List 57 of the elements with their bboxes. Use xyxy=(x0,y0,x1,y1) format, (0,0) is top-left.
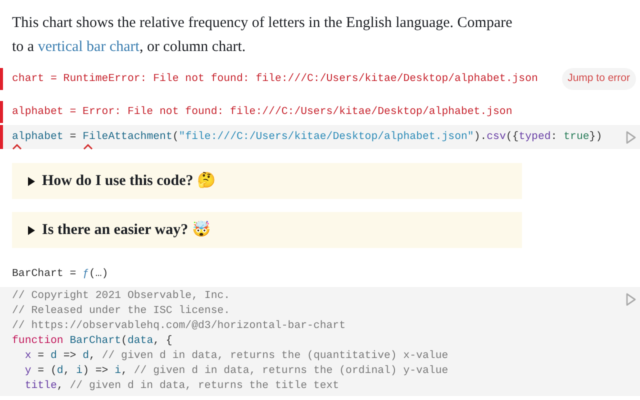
code-token: , { xyxy=(153,334,172,349)
code-token: d xyxy=(82,349,89,364)
equals-sign: = xyxy=(68,266,78,282)
code-token: csv xyxy=(486,130,506,145)
code-comment: // Released under the ISC license. xyxy=(12,304,230,319)
code-token: y xyxy=(24,364,32,379)
code-cell[interactable]: alphabet = FileAttachment("file:///C:/Users/kitae/Desktop/alphabet.json").csv({typed: true}) xyxy=(0,125,640,149)
jump-to-error-button[interactable]: Jump to error xyxy=(562,68,636,90)
code-token: , xyxy=(56,379,64,394)
code-comment: // given d in data, returns the title text xyxy=(70,379,340,394)
error-message: chart = RuntimeError: File not found: file:///C:/Users/kitae/Desktop/alphabet.json xyxy=(12,72,539,87)
details-summary: How do I use this code? 🤔 xyxy=(42,171,216,191)
code-comment: // given d in data, returns the (ordinal) y-value xyxy=(134,364,448,379)
code-token: }) xyxy=(589,130,602,145)
code-token: title xyxy=(24,379,57,394)
code-token: ( xyxy=(172,130,179,145)
code-token: ) => xyxy=(82,364,110,379)
play-icon[interactable] xyxy=(626,293,636,306)
code-token: typed xyxy=(518,130,551,145)
collapsed-value[interactable]: (…) xyxy=(88,266,108,282)
code-token: data xyxy=(127,334,154,349)
caret-icon xyxy=(12,144,22,150)
code-token: x xyxy=(24,349,32,364)
code-keyword: function xyxy=(12,334,64,349)
code-token: ). xyxy=(474,130,487,145)
code-token: = ( xyxy=(36,364,57,379)
code-token: true xyxy=(564,130,590,145)
code-token: i xyxy=(114,364,122,379)
code-token: FileAttachment xyxy=(82,128,172,146)
code-comment: // given d in data, returns the (quantitative) x-value xyxy=(102,349,448,364)
code-comment: // https://observablehq.com/@d3/horizontal-bar-chart xyxy=(12,319,346,334)
error-message: alphabet = Error: File not found: file:///C:/Users/kitae/Desktop/alphabet.json xyxy=(12,104,514,120)
details-panel[interactable]: How do I use this code? 🤔 xyxy=(12,163,522,199)
code-token: d xyxy=(56,364,64,379)
intro-paragraph: This chart shows the relative frequency of letters in the English language. Compare to a vertical bar chart, or column chart. xyxy=(11,14,514,57)
code-token: ({ xyxy=(506,130,519,145)
cell-name: BarChart xyxy=(12,266,64,282)
code-token: d xyxy=(50,349,57,364)
code-token: BarChart xyxy=(70,334,122,349)
code-token: = xyxy=(68,130,78,145)
code-token: , xyxy=(121,364,128,379)
code-token: = xyxy=(36,349,46,364)
caret-icon xyxy=(82,144,93,150)
code-token: i xyxy=(76,364,83,379)
code-token: , xyxy=(88,349,96,364)
code-token: ( xyxy=(121,334,128,349)
code-comment: // Copyright 2021 Observable, Inc. xyxy=(12,289,230,304)
code-token: alphabet xyxy=(12,128,64,146)
function-symbol: ƒ xyxy=(82,266,89,282)
code-string: "file:///C:/Users/kitae/Desktop/alphabet.json" xyxy=(178,130,474,145)
play-icon[interactable] xyxy=(626,130,636,144)
code-token: : xyxy=(550,130,558,145)
details-panel[interactable]: Is there an easier way? 🤯 xyxy=(12,212,522,248)
chart-link[interactable]: vertical bar chart xyxy=(38,39,140,55)
code-token: => xyxy=(62,349,78,364)
details-summary: Is there an easier way? 🤯 xyxy=(42,220,211,240)
code-token: , xyxy=(63,364,71,379)
